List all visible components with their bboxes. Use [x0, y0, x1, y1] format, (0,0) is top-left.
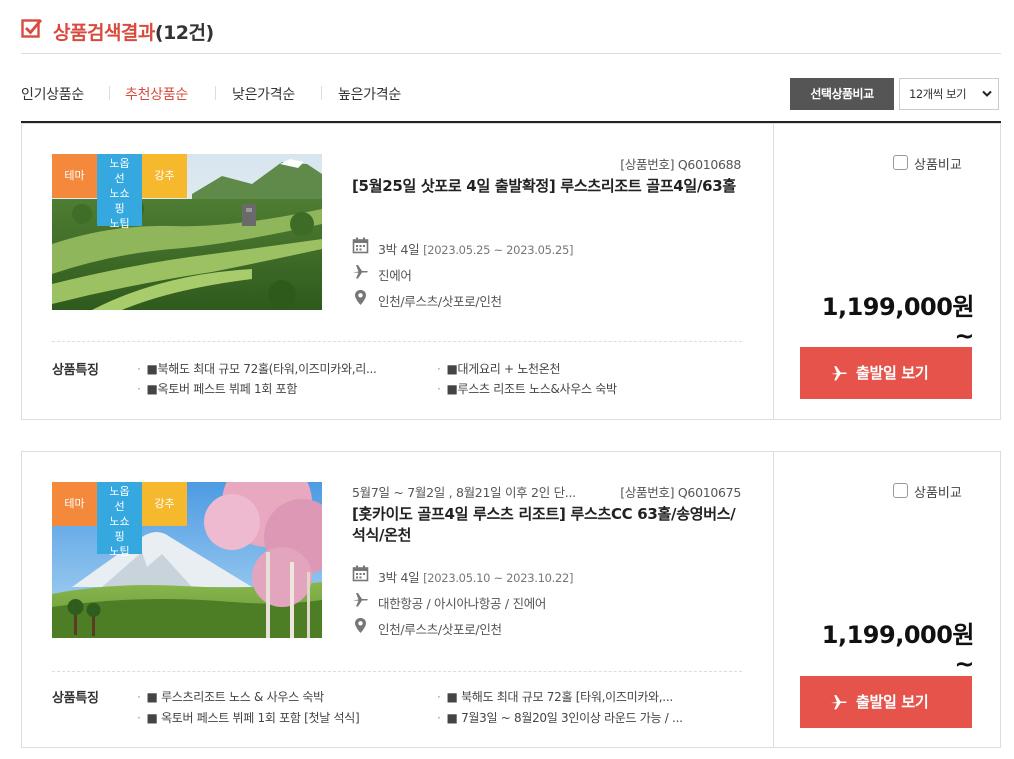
tag-recommend: 강추	[142, 482, 187, 526]
page-title: 상품검색결과(12건)	[53, 18, 214, 45]
plane-icon	[353, 265, 368, 279]
product-title[interactable]: [홋카이도 골프4일 루스츠 리조트] 루스츠CC 63홀/송영버스/석식/온천	[352, 504, 747, 546]
per-page-value: 12개씩 보기	[909, 87, 967, 101]
product-info: 테마 노옵 선 노쇼 핑 노팁 강추 5월7일 ~ 7월2일 , 8월21일 이…	[22, 452, 773, 747]
features-label: 상품특징	[52, 363, 99, 378]
product-image[interactable]: 테마 노옵 선 노쇼 핑 노팁 강추	[52, 154, 322, 310]
sort-low-price[interactable]: 낮은가격순	[232, 84, 295, 104]
departure-dates-button[interactable]: 출발일 보기	[800, 676, 972, 728]
tag-no-option-line: 선	[114, 172, 125, 185]
airline-text: 대한항공 / 아시아나항공 / 진에어	[378, 596, 547, 611]
plane-icon	[831, 366, 847, 381]
feature-item: ■루스츠 리조트 노스&사우스 숙박	[437, 380, 707, 397]
calendar-icon	[352, 565, 369, 582]
result-header: 상품검색결과(12건)	[21, 14, 1001, 54]
checkbox[interactable]	[893, 483, 908, 498]
sort-high-price[interactable]: 높은가격순	[338, 84, 401, 104]
per-page-select[interactable]: 12개씩 보기	[899, 78, 999, 110]
product-number: [상품번호] Q6010675	[620, 485, 741, 500]
sort-recommended[interactable]: 추천상품순	[125, 84, 188, 104]
sort-divider	[215, 86, 216, 100]
checkbox[interactable]	[893, 155, 908, 170]
tag-no-option-line: 노쇼	[109, 187, 130, 200]
departure-button-label: 출발일 보기	[856, 364, 929, 382]
tag-no-option-line: 노옵	[109, 157, 130, 170]
tag-no-option-line: 선	[114, 500, 125, 513]
tag-recommend: 강추	[142, 154, 187, 198]
sort-divider	[109, 86, 110, 100]
feature-item: ■ 북해도 최대 규모 72홀 [타워,이즈미카와,...	[437, 688, 707, 705]
tag-no-option: 노옵 선 노쇼 핑 노팁	[97, 154, 142, 230]
tag-no-option-line: 노팁	[109, 545, 130, 558]
product-number: [상품번호] Q6010688	[620, 157, 741, 172]
product-title[interactable]: [5월25일 삿포로 4일 출발확정] 루스츠리조트 골프4일/63홀	[352, 176, 747, 197]
tag-no-option-line: 노팁	[109, 217, 130, 230]
feature-item: ■북해도 최대 규모 72홀(타워,이즈미카와,리...	[137, 360, 407, 377]
airline-text: 진에어	[378, 268, 412, 283]
feature-item: ■ 루스츠리조트 노스 & 사우스 숙박	[137, 688, 407, 705]
tag-no-option-line: 핑	[114, 202, 125, 215]
checkbox-checked-icon	[21, 19, 43, 38]
tag-theme: 테마	[52, 482, 97, 526]
product-card: 테마 노옵 선 노쇼 핑 노팁 강추 5월7일 ~ 7월2일 , 8월21일 이…	[21, 451, 1001, 748]
location-pin-icon	[355, 618, 366, 633]
product-card: 테마 노옵 선 노쇼 핑 노팁 강추 [상품번호] Q6010688 [5월25…	[21, 123, 1001, 420]
sort-popular[interactable]: 인기상품순	[21, 84, 84, 104]
product-notice: 5월7일 ~ 7월2일 , 8월21일 이후 2인 단...	[352, 485, 576, 500]
date-range: [2023.05.25 ~ 2023.05.25]	[423, 243, 574, 257]
result-count: (12건)	[154, 22, 214, 44]
location-pin-icon	[355, 290, 366, 305]
feature-divider	[52, 341, 742, 342]
product-info: 테마 노옵 선 노쇼 핑 노팁 강추 [상품번호] Q6010688 [5월25…	[22, 124, 773, 419]
departure-dates-button[interactable]: 출발일 보기	[800, 347, 972, 399]
tag-no-option-line: 노쇼	[109, 515, 130, 528]
compare-label: 상품비교	[914, 158, 962, 173]
plane-icon	[831, 695, 847, 710]
compare-selected-button[interactable]: 선택상품비교	[790, 78, 894, 110]
sort-bar: 인기상품순 추천상품순 낮은가격순 높은가격순 선택상품비교 12개씩 보기	[21, 78, 1001, 122]
features-label: 상품특징	[52, 691, 99, 706]
product-price: 1,199,000원~	[821, 621, 975, 678]
route-text: 인천/루스츠/삿포로/인천	[378, 622, 502, 637]
chevron-down-icon	[982, 90, 992, 97]
feature-item: ■대게요리 + 노천온천	[437, 360, 707, 377]
tag-no-option-line: 노옵	[109, 485, 130, 498]
route-text: 인천/루스츠/삿포로/인천	[378, 294, 502, 309]
feature-item: ■ 7월3일 ~ 8월20일 3인이상 라운드 가능 / ...	[437, 709, 707, 726]
departure-button-label: 출발일 보기	[856, 693, 929, 711]
date-range: [2023.05.10 ~ 2023.10.22]	[423, 571, 574, 585]
product-price-panel: 상품비교 1,199,000원~ 출발일 보기	[773, 452, 1000, 747]
duration-text: 3박 4일	[378, 570, 420, 585]
product-price-panel: 상품비교 1,199,000원~ 출발일 보기	[773, 124, 1000, 419]
tag-no-option-line: 핑	[114, 530, 125, 543]
sort-divider	[321, 86, 322, 100]
feature-item: ■옥토버 페스트 뷔페 1회 포함	[137, 380, 407, 397]
calendar-icon	[352, 237, 369, 254]
product-price: 1,199,000원~	[821, 293, 975, 350]
duration-text: 3박 4일	[378, 242, 420, 257]
tag-no-option: 노옵 선 노쇼 핑 노팁	[97, 482, 142, 558]
feature-divider	[52, 671, 742, 672]
plane-icon	[353, 593, 368, 607]
feature-item: ■ 옥토버 페스트 뷔페 1회 포함 [첫날 석식]	[137, 709, 407, 726]
page-title-text: 상품검색결과	[53, 22, 155, 44]
tag-theme: 테마	[52, 154, 97, 198]
compare-label: 상품비교	[914, 486, 962, 501]
product-image[interactable]: 테마 노옵 선 노쇼 핑 노팁 강추	[52, 482, 322, 638]
